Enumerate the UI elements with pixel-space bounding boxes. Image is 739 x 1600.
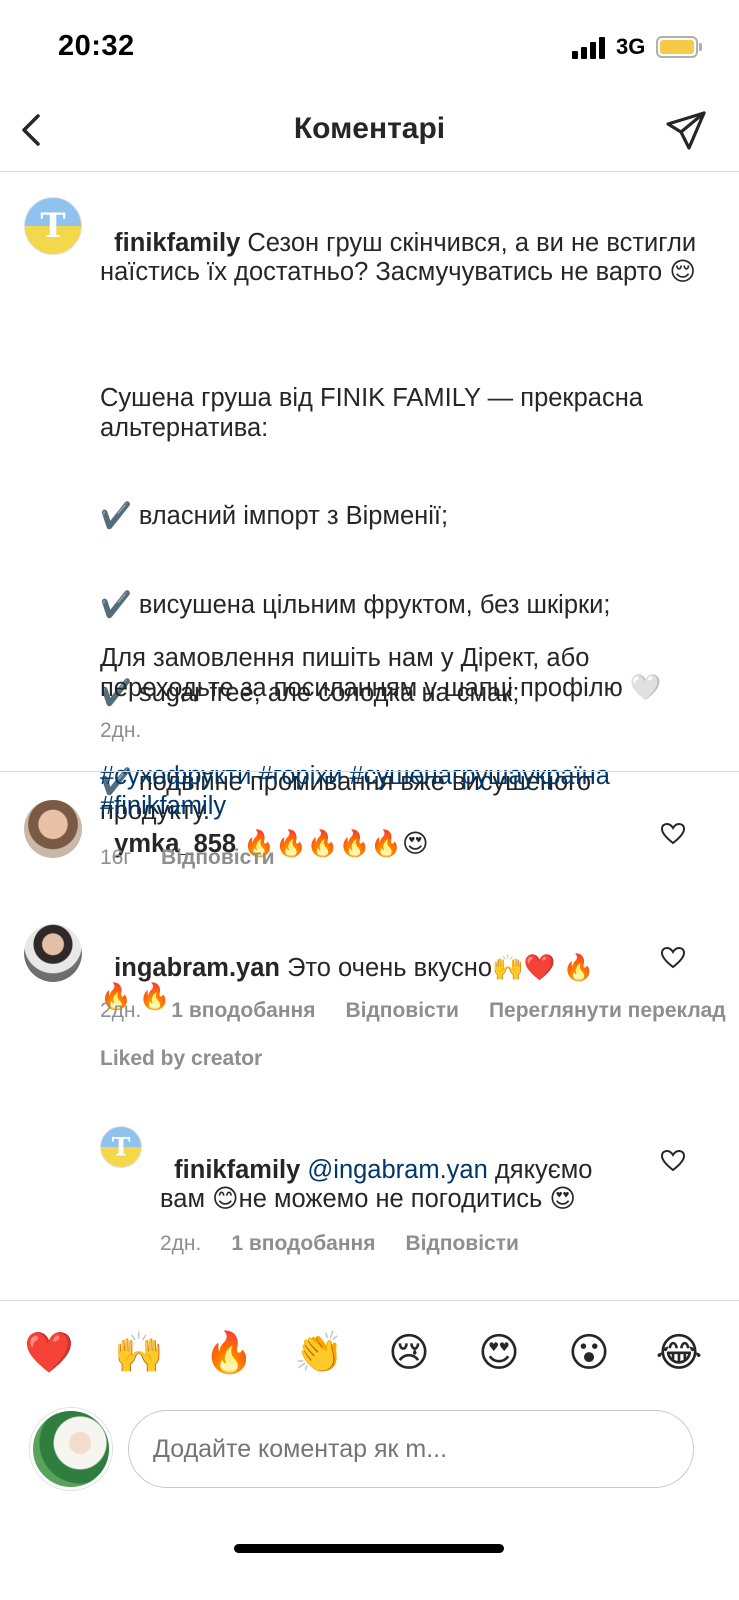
caption-line2: Сушена груша від FINIK FAMILY — прекрасн…: [100, 384, 651, 442]
avatar-finikfamily[interactable]: T: [24, 197, 82, 255]
battery-icon: [656, 36, 698, 58]
page-title: Коментарі: [293, 112, 446, 145]
reaction-clap[interactable]: 👏: [289, 1329, 349, 1377]
comment-composer: [0, 1400, 739, 1510]
reply-mention[interactable]: @ingabram.yan: [307, 1156, 487, 1184]
avatar-ingabram.yan[interactable]: [24, 924, 82, 982]
avatar-ymka_858[interactable]: [24, 800, 82, 858]
network-label: 3G: [616, 34, 646, 59]
home-indicator: [234, 1544, 504, 1553]
caption-meta: 2дн.: [100, 719, 171, 743]
avatar-current-user: [30, 1408, 112, 1490]
heart-outline-icon[interactable]: [660, 822, 686, 846]
reply-reply-button[interactable]: Відповісти: [405, 1232, 518, 1255]
nav-bar: Коментарі: [0, 90, 739, 172]
caption-divider: [0, 771, 739, 772]
comment-input[interactable]: [128, 1410, 694, 1488]
heart-outline-icon[interactable]: [660, 946, 686, 970]
status-bar: 20:32 3G: [0, 0, 739, 90]
quick-reactions-bar: ❤️ 🙌 🔥 👏 😢 😍 😮 😂: [0, 1300, 739, 1400]
reaction-fire[interactable]: 🔥: [199, 1329, 259, 1377]
comment-1-time: 16г: [100, 846, 132, 869]
caption-time: 2дн.: [100, 719, 142, 742]
reply-username[interactable]: finikfamily: [174, 1156, 300, 1184]
reaction-cry[interactable]: 😢: [379, 1329, 439, 1377]
reply-likes[interactable]: 1 вподобання: [231, 1232, 375, 1255]
caption-line3: Для замовлення пишіть нам у Дірект, або …: [100, 644, 662, 702]
caption-username[interactable]: finikfamily: [114, 229, 240, 257]
paper-plane-icon[interactable]: [664, 108, 708, 152]
caption-bullet-1: ✔️ власний імпорт з Вірменії;: [100, 502, 449, 530]
reaction-heart-eyes[interactable]: 😍: [469, 1329, 529, 1377]
reaction-laugh[interactable]: 😂: [649, 1329, 709, 1377]
reaction-heart[interactable]: ❤️: [19, 1329, 79, 1377]
comment-2-likes[interactable]: 1 вподобання: [171, 999, 315, 1022]
comment-2-reply-button[interactable]: Відповісти: [345, 999, 458, 1022]
liked-by-creator: Liked by creator: [100, 1047, 263, 1070]
battery-cap: [699, 43, 702, 51]
comment-2-username[interactable]: ingabram.yan: [114, 954, 280, 982]
reply-time: 2дн.: [160, 1232, 202, 1255]
reply-text: finikfamily @ingabram.yan дякуємо вам 😊н…: [160, 1126, 620, 1215]
comment-1-reply-button[interactable]: Відповісти: [161, 846, 274, 869]
reaction-raised-hands[interactable]: 🙌: [109, 1329, 169, 1377]
reply-meta: 2дн. 1 вподобання Відповісти: [160, 1232, 549, 1256]
comment-2-view-translation[interactable]: Переглянути переклад: [489, 999, 726, 1022]
signal-icon: [572, 37, 606, 59]
status-time: 20:32: [58, 30, 135, 62]
reaction-surprised[interactable]: 😮: [559, 1329, 619, 1377]
caption-text: finikfamily Сезон груш скінчився, а ви н…: [100, 199, 700, 288]
comment-2-time: 2дн.: [100, 999, 142, 1022]
avatar-finikfamily-reply[interactable]: T: [100, 1126, 142, 1168]
heart-outline-icon[interactable]: [660, 1149, 686, 1173]
comment-2-meta: 2дн. 1 вподобання Відповісти Переглянути пе…: [100, 999, 739, 1023]
comment-1-meta: 16г Відповісти: [100, 846, 305, 870]
